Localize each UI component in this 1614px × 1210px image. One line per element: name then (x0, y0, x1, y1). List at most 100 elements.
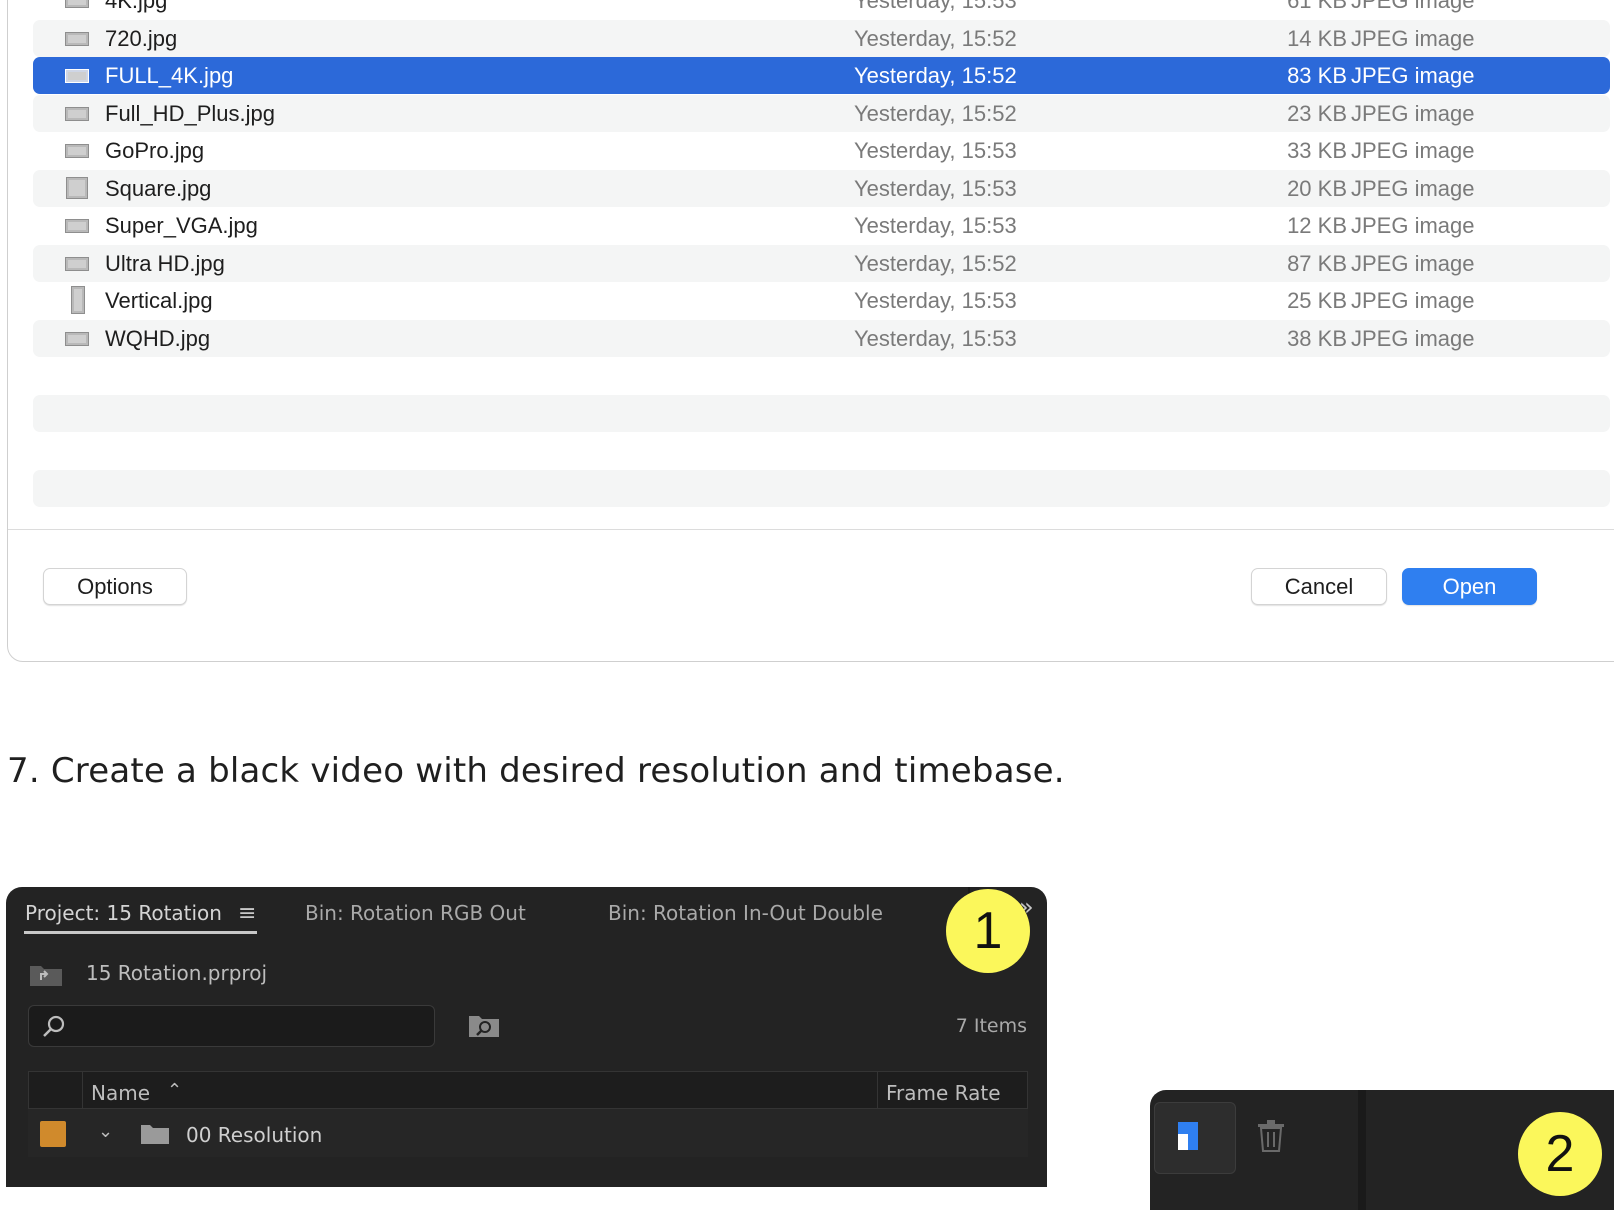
file-date-modified: Yesterday, 15:52 (854, 250, 1017, 276)
wide-image-icon (65, 219, 89, 233)
file-date-modified: Yesterday, 15:52 (854, 100, 1017, 126)
project-panel: Project: 15 Rotation ≡ Bin: Rotation RGB… (6, 887, 1047, 1187)
file-size: 23 KB (1287, 100, 1347, 126)
label-color-swatch[interactable] (40, 1121, 66, 1147)
open-button[interactable]: Open (1402, 568, 1537, 605)
file-date-modified: Yesterday, 15:52 (854, 25, 1017, 51)
file-size: 83 KB (1287, 63, 1347, 88)
wide-image-icon (65, 256, 89, 271)
file-kind: JPEG image (1351, 213, 1475, 238)
step-instruction: 7. Create a black video with desired res… (7, 751, 1065, 791)
file-row[interactable]: 720.jpg Yesterday, 15:52 14 KB JPEG image (33, 19, 1610, 57)
file-list: 4K.jpg Yesterday, 15:53 61 KB JPEG image 720… (8, 0, 1614, 661)
file-date-modified: Yesterday, 15:53 (854, 0, 1017, 13)
tab-bin-rotation-rgb-out[interactable]: Bin: Rotation RGB Out (305, 901, 526, 925)
search-icon (43, 1015, 65, 1037)
file-row[interactable]: Ultra HD.jpg Yesterday, 15:52 87 KB JPEG im… (33, 244, 1610, 282)
file-name: WQHD.jpg (105, 325, 211, 351)
cancel-button[interactable]: Cancel (1251, 568, 1387, 605)
file-kind: JPEG image (1351, 100, 1475, 126)
file-size: 20 KB (1287, 175, 1347, 201)
file-name: GoPro.jpg (105, 138, 205, 163)
file-name: Super_VGA.jpg (105, 213, 258, 238)
file-date-modified: Yesterday, 15:53 (854, 138, 1017, 163)
file-size: 38 KB (1287, 325, 1347, 351)
panel-menu-icon[interactable]: ≡ (238, 901, 256, 926)
second-panel: 2 (1150, 1090, 1614, 1210)
file-kind: JPEG image (1351, 288, 1475, 313)
wide-image-icon (65, 31, 89, 46)
wide-image-icon (65, 106, 89, 121)
column-frame-rate[interactable]: Frame Rate (886, 1081, 1001, 1105)
panel-separator (1358, 1090, 1366, 1210)
folder-icon (141, 1125, 169, 1144)
file-size: 12 KB (1287, 213, 1347, 238)
trash-icon[interactable] (1256, 1118, 1286, 1152)
callout-badge-1: 1 (946, 889, 1030, 973)
file-size: 87 KB (1287, 250, 1347, 276)
column-separator (877, 1072, 878, 1110)
wide-image-icon (65, 331, 89, 346)
file-date-modified: Yesterday, 15:53 (854, 213, 1017, 238)
wide-image-icon (65, 144, 89, 158)
file-row[interactable]: Square.jpg Yesterday, 15:53 20 KB JPEG imag… (33, 169, 1610, 207)
bin-name: 00 Resolution (186, 1123, 323, 1147)
file-row[interactable]: 4K.jpg Yesterday, 15:53 61 KB JPEG image (33, 0, 1610, 19)
file-row[interactable]: WQHD.jpg Yesterday, 15:53 38 KB JPEG image (33, 319, 1610, 357)
file-date-modified: Yesterday, 15:52 (854, 63, 1017, 88)
file-name: Square.jpg (105, 175, 212, 201)
file-name: 720.jpg (105, 25, 178, 51)
empty-row (33, 432, 1610, 469)
items-count: 7 Items (955, 1015, 1027, 1037)
empty-row (33, 469, 1610, 507)
file-size: 61 KB (1287, 0, 1347, 13)
square-image-icon (66, 176, 88, 199)
file-name: FULL_4K.jpg (105, 63, 234, 88)
file-date-modified: Yesterday, 15:53 (854, 288, 1017, 313)
new-item-icon[interactable] (1174, 1120, 1202, 1152)
callout-badge-2: 2 (1518, 1112, 1602, 1196)
sort-ascending-icon[interactable]: ⌃ (167, 1080, 182, 1101)
file-name: 4K.jpg (105, 0, 168, 13)
file-size: 14 KB (1287, 25, 1347, 51)
active-tab-underline (24, 931, 257, 934)
column-separator (82, 1072, 83, 1110)
tab-bin-rotation-in-out-double[interactable]: Bin: Rotation In-Out Double (608, 901, 883, 925)
empty-row (33, 394, 1610, 432)
file-kind: JPEG image (1351, 325, 1475, 351)
file-date-modified: Yesterday, 15:53 (854, 325, 1017, 351)
search-input[interactable] (28, 1005, 435, 1047)
column-name[interactable]: Name (91, 1081, 150, 1105)
file-kind: JPEG image (1351, 138, 1475, 163)
file-kind: JPEG image (1351, 63, 1475, 88)
file-name: Full_HD_Plus.jpg (105, 100, 275, 126)
file-name: Ultra HD.jpg (105, 250, 225, 276)
file-date-modified: Yesterday, 15:53 (854, 175, 1017, 201)
options-button[interactable]: Options (43, 568, 187, 605)
wide-image-icon (65, 69, 89, 83)
file-row[interactable]: Super_VGA.jpg Yesterday, 15:53 12 KB JPEG i… (33, 207, 1610, 244)
tall-image-icon (71, 286, 85, 314)
file-kind: JPEG image (1351, 25, 1475, 51)
project-file-name: 15 Rotation.prproj (86, 961, 267, 985)
file-size: 33 KB (1287, 138, 1347, 163)
tab-project[interactable]: Project: 15 Rotation (25, 901, 222, 925)
bin-row[interactable]: ⌄ 00 Resolution (28, 1109, 1028, 1157)
wide-image-icon (65, 0, 89, 8)
file-open-dialog: 4K.jpg Yesterday, 15:53 61 KB JPEG image 720… (7, 0, 1614, 662)
file-size: 25 KB (1287, 288, 1347, 313)
find-in-bin-icon[interactable] (468, 1012, 500, 1038)
file-row[interactable]: FULL_4K.jpg Yesterday, 15:52 83 KB JPEG ima… (33, 57, 1610, 94)
file-row[interactable]: Full_HD_Plus.jpg Yesterday, 15:52 23 KB JPE… (33, 94, 1610, 132)
chevron-down-icon[interactable]: ⌄ (98, 1121, 113, 1142)
file-kind: JPEG image (1351, 250, 1475, 276)
file-kind: JPEG image (1351, 0, 1475, 13)
list-divider (8, 529, 1614, 530)
file-row[interactable]: Vertical.jpg Yesterday, 15:53 25 KB JPEG im… (33, 282, 1610, 319)
file-row[interactable]: GoPro.jpg Yesterday, 15:53 33 KB JPEG image (33, 132, 1610, 169)
file-kind: JPEG image (1351, 175, 1475, 201)
empty-row (33, 357, 1610, 394)
project-folder-icon[interactable] (29, 962, 63, 987)
column-header: Name ⌃ Frame Rate (28, 1071, 1028, 1110)
file-name: Vertical.jpg (105, 288, 213, 313)
